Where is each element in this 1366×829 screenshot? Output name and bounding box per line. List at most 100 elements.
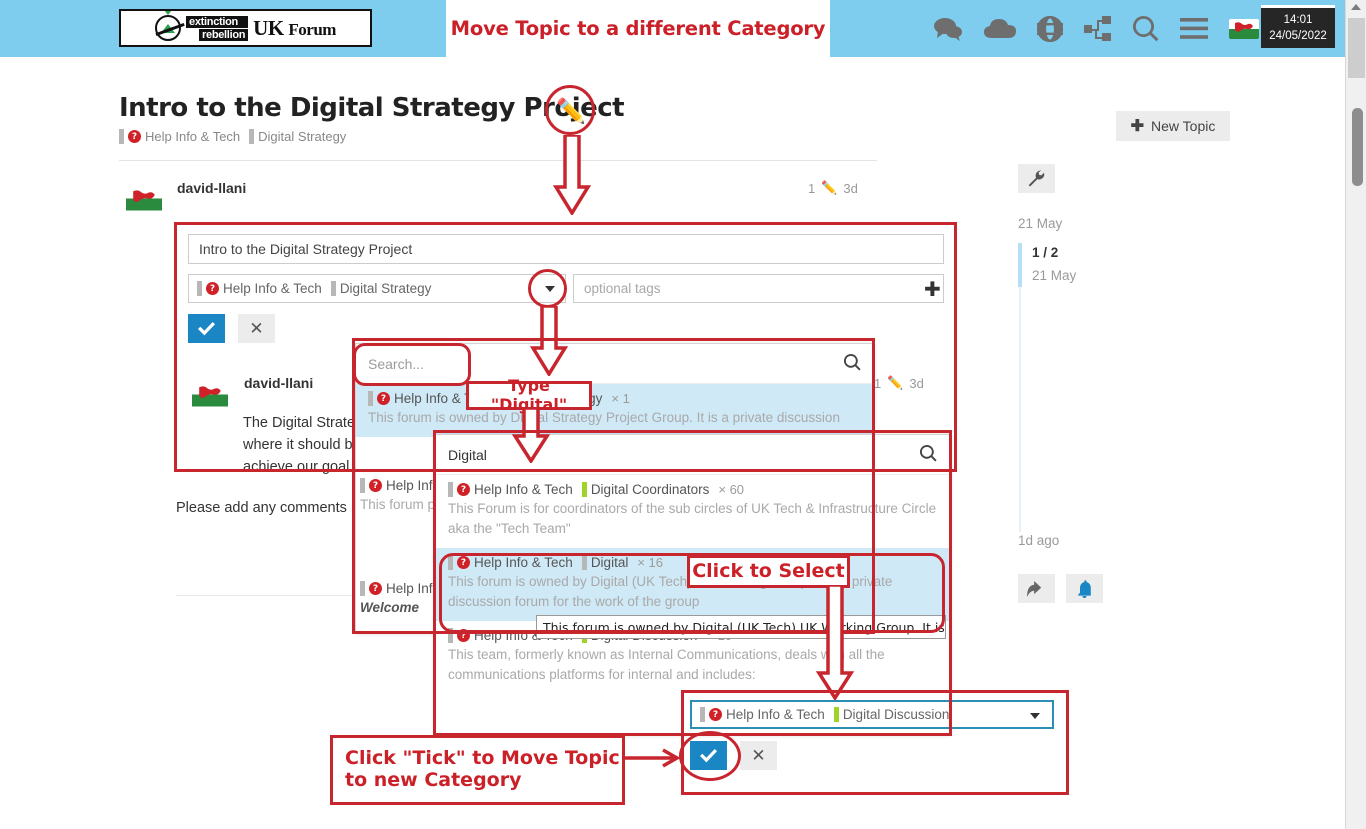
dropdown2-search-input[interactable]: Digital [448,447,487,463]
dropdown2-item-1-desc: This Forum is for coordinators of the su… [448,501,937,536]
category-color-bar-icon [448,628,453,643]
post-age: 3d [843,180,858,196]
dropdown2-item-2-count: × 16 [637,555,663,570]
add-tag-icon[interactable]: ✚ [924,277,1357,302]
annotation-click-tick-line1: Click "Tick" to Move Topic [345,747,620,770]
user-avatar-flag[interactable] [1229,18,1259,39]
tags-input[interactable]: optional tags [573,274,944,303]
search-icon[interactable] [919,444,937,465]
edited-pencil-icon: ✏️ [821,180,838,195]
scrollbar-thumb[interactable] [1348,18,1365,78]
topic-title-input[interactable]: Intro to the Digital Strategy Project [188,234,944,264]
category-color-bar-icon [197,281,202,296]
notification-bell-button[interactable] [1066,574,1103,603]
dropdown1-search-row[interactable]: Search... [356,344,873,384]
breadcrumb-parent-label: Help Info & Tech [145,129,241,144]
hamburger-menu-icon[interactable] [1180,18,1208,39]
breadcrumb-child-label: Digital Strategy [258,129,347,144]
logo-uk-forum: UK Forum [253,15,336,40]
edit-count: 1 [808,180,816,196]
search-icon[interactable] [843,353,861,374]
post-meta: 1 ✏️ 3d [874,375,924,391]
rail-date-top: 21 May [1018,216,1063,231]
clock-widget: 14:01 24/05/2022 [1261,5,1335,48]
dropdown2-item-digital-coordinators[interactable]: ? Help Info & Tech Digital Coordinators … [436,475,949,548]
header-icon-bar [933,0,1259,57]
category-color-bar-icon [360,478,365,493]
help-badge-icon: ? [457,629,470,642]
reply-button[interactable] [1018,574,1055,603]
selected-category-child: Digital Discussion [842,707,950,722]
category-color-bar-icon [581,482,587,497]
xr-symbol-icon [155,11,182,41]
chevron-down-icon[interactable] [1030,713,1040,719]
dropdown2-scrollbar-thumb[interactable] [1352,108,1363,186]
breadcrumb-item-parent[interactable]: ? Help Info & Tech [119,129,240,144]
category-dropdown-panel-2[interactable]: Digital ? Help Info & Tech Digital Coord… [435,434,950,734]
help-badge-icon: ? [369,582,382,595]
selected-category-select[interactable]: ? Help Info & Tech Digital Discussion [690,700,1054,729]
annotation-arrow-down-1 [551,135,593,215]
dropdown1-search-input[interactable]: Search... [368,356,424,372]
help-badge-icon: ? [457,556,470,569]
edit-count: 1 [874,375,882,391]
dropdown1-item-digital-strategy[interactable]: ? Help Info & Tech Digital Strategy × 1 … [356,384,873,437]
last-activity-label: 1d ago [1018,533,1060,548]
clock-date: 24/05/2022 [1269,30,1327,42]
annotation-label-click-tick: Click "Tick" to Move Topic to new Catego… [330,735,625,805]
cancel-x-button[interactable]: ✕ [238,314,275,343]
timeline-line [1019,287,1021,532]
cancel-move-x-button[interactable]: ✕ [740,741,777,770]
category-color-bar-icon [700,707,705,722]
category-color-bar-icon [501,391,507,406]
avatar[interactable] [126,186,162,211]
post-author[interactable]: david-llani [177,180,246,196]
search-icon[interactable] [1133,15,1159,42]
logo-wordmark: extinction rebellion [186,15,249,41]
help-badge-icon: ? [709,708,722,721]
category-color-bar-icon [368,391,373,406]
chat-icon[interactable] [933,17,963,41]
edit-title-pencil-icon[interactable]: ✏️ [556,97,586,126]
new-topic-button[interactable]: ✚ New Topic [1116,111,1230,141]
confirm-move-tick-button[interactable] [690,741,727,770]
globe-icon[interactable] [1037,15,1063,42]
breadcrumb-item-child[interactable]: Digital Strategy [249,129,346,144]
dropdown2-search-row[interactable]: Digital [436,435,949,475]
dropdown2-item-digital[interactable]: ? Help Info & Tech Digital × 16 This for… [436,548,949,621]
category-child-label: Digital Strategy [339,281,432,296]
selected-category-parent: Help Info & Tech [726,707,825,722]
dropdown2-item-2-name: Digital [590,555,629,570]
help-badge-icon: ? [206,282,219,295]
category-color-bar-icon [581,555,587,570]
category-color-bar-icon [448,555,453,570]
dropdown1-item-1-name: Digital Strategy [510,391,603,406]
post-meta: 1 ✏️ 3d [808,180,858,196]
dropdown2-item-1-parent: Help Info & Tech [474,482,573,497]
cloud-icon[interactable] [984,18,1016,40]
new-topic-label: New Topic [1151,118,1216,134]
dropdown1-item-1-count: × 1 [611,391,630,406]
category-select-dropdown[interactable]: ? Help Info & Tech Digital Strategy [188,274,566,303]
post-age: 3d [909,375,924,391]
category-parent-label: Help Info & Tech [223,281,322,296]
instruction-banner-title: Move Topic to a different Category [446,0,830,57]
annotation-click-tick-line2: to new Category [345,769,522,791]
site-logo[interactable]: extinction rebellion UK Forum [119,9,372,47]
post-position-indicator[interactable]: 1 / 2 [1032,245,1058,260]
category-color-bar-icon [119,129,124,144]
scroll-up-arrow-icon[interactable] [1351,4,1361,10]
chevron-down-icon[interactable] [545,286,555,292]
logo-word-rebellion: rebellion [199,28,249,41]
save-tick-button[interactable] [188,314,225,343]
topic-tools-wrench-button[interactable] [1018,164,1055,193]
breadcrumb: ? Help Info & Tech Digital Strategy [119,129,355,144]
dd1-item-2-parent: Help Info & Tech [386,478,438,493]
post-author[interactable]: david-llani [244,375,313,391]
category-color-bar-icon [249,129,255,144]
avatar[interactable] [192,382,228,407]
sitemap-icon[interactable] [1084,15,1112,42]
annotation-arrow-right [625,748,687,768]
title-divider [119,160,877,161]
comment-prompt: Please add any comments [176,500,347,516]
